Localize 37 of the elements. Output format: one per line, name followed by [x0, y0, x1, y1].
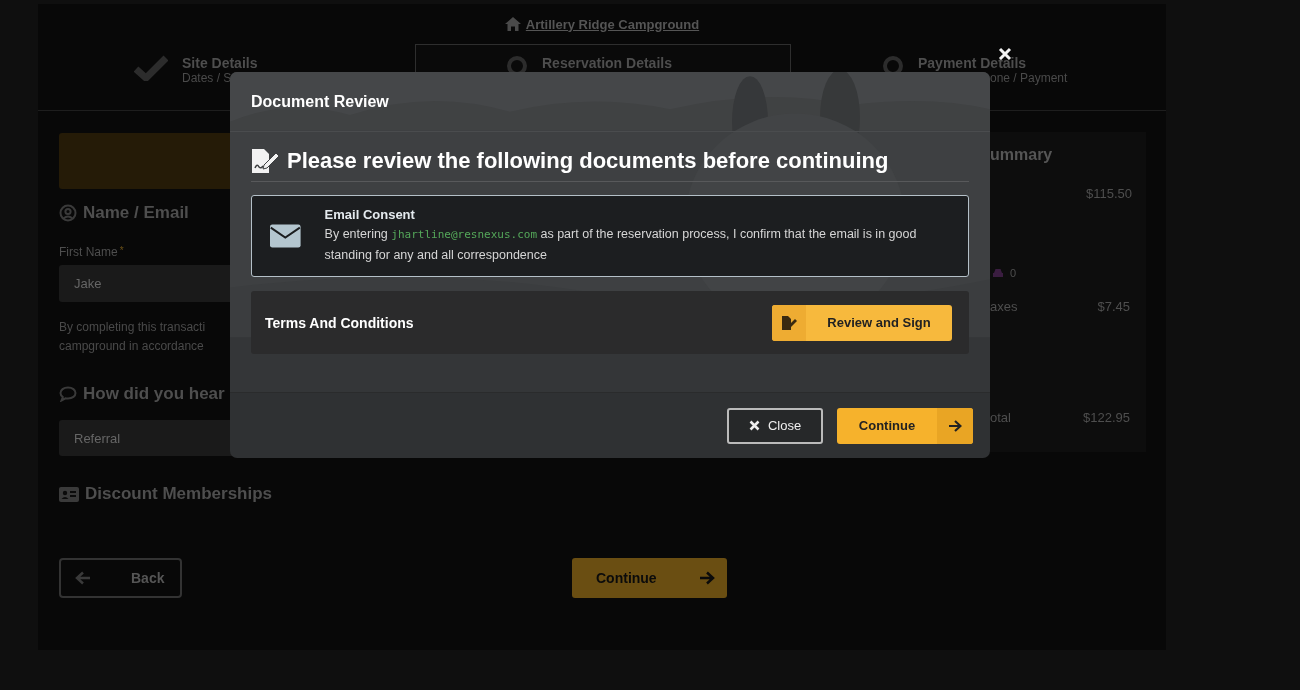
price-text: $115.50 — [1085, 186, 1132, 201]
check-icon — [134, 55, 168, 81]
user-icon — [59, 204, 77, 222]
id-card-icon — [59, 486, 79, 502]
summary-title: ummary — [990, 146, 1054, 164]
signed-document-icon — [781, 315, 797, 330]
total-label: otal — [990, 410, 1011, 425]
section-heading: How did you hear — [83, 384, 225, 404]
close-button[interactable]: Close — [727, 407, 823, 444]
dialog-title: Document Review — [251, 92, 389, 111]
field-label: First Name — [59, 245, 118, 259]
signed-document-icon — [251, 149, 279, 173]
campground-link[interactable]: Artillery Ridge Campground — [504, 16, 700, 32]
home-icon — [504, 17, 521, 31]
dialog-heading: Please review the following documents before continuing — [287, 148, 889, 174]
required-mark: * — [119, 245, 124, 256]
comment-icon — [59, 386, 77, 402]
review-sign-button[interactable]: Review and Sign — [772, 304, 952, 341]
consent-text: By entering jhartline@resnexus.com as part of the reservation process, I confirm that the email is in good standing for any and all correspondence — [324, 226, 918, 264]
back-button[interactable]: Back — [59, 558, 182, 598]
step-tab[interactable]: Payment Details one / Payment — [791, 44, 1166, 110]
close-icon — [748, 420, 760, 431]
arrow-left-icon — [75, 571, 91, 585]
section-heading: Name / Email — [83, 203, 189, 223]
taxes-label: axes — [990, 299, 1018, 314]
notice-text: By completing this transacti — [59, 319, 206, 336]
document-title: Email Consent — [324, 207, 416, 222]
continue-button[interactable]: Continue — [572, 558, 727, 598]
continue-button[interactable]: Continue — [837, 407, 973, 444]
arrow-right-icon — [699, 571, 715, 585]
section-heading: Discount Memberships — [85, 484, 273, 504]
total-amount: $122.95 — [1083, 410, 1130, 425]
email-text: jhartline@resnexus.com — [391, 228, 537, 241]
notice-text: campground in accordance — [59, 338, 204, 355]
document-title: Terms And Conditions — [265, 314, 414, 331]
arrow-right-icon — [948, 419, 962, 432]
taxes-amount: $7.45 — [1097, 299, 1130, 314]
